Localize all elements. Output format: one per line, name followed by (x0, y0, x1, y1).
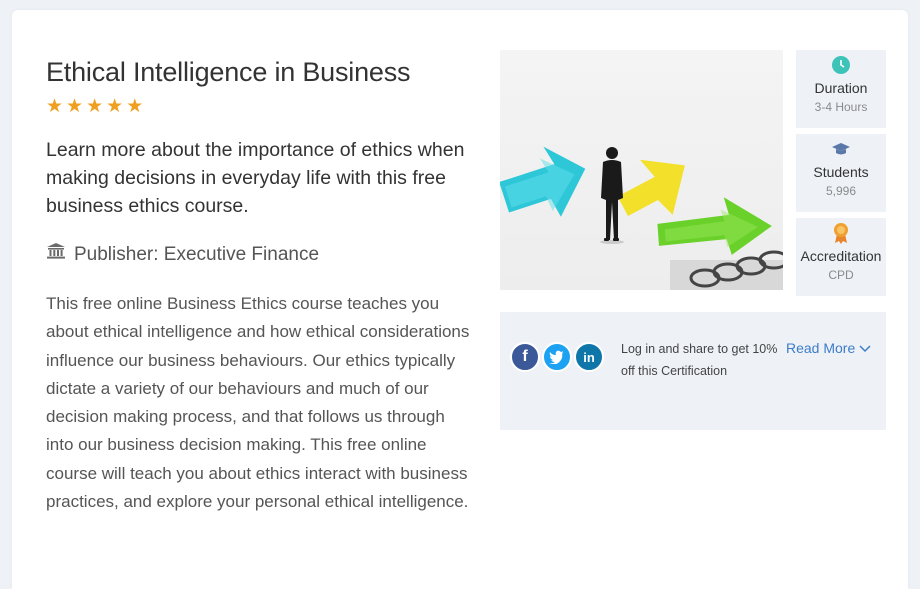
course-stats: Duration 3-4 Hours Students 5,996 Accred… (796, 50, 886, 302)
star-icon: ★ (66, 96, 84, 117)
stat-value: 5,996 (825, 184, 857, 198)
star-icon: ★ (46, 96, 64, 117)
twitter-bird-icon (549, 350, 564, 364)
stat-label: Students (813, 164, 869, 180)
course-card: Ethical Intelligence in Business ★ ★ ★ ★… (12, 10, 908, 589)
chevron-down-icon (859, 340, 871, 356)
stat-duration: Duration 3-4 Hours (796, 50, 886, 128)
star-icon: ★ (126, 96, 144, 117)
linkedin-share-button[interactable]: in (574, 342, 604, 372)
graduation-cap-icon (796, 137, 886, 161)
award-badge-icon (796, 221, 886, 245)
stat-value: 3-4 Hours (814, 100, 868, 114)
institution-icon (46, 242, 66, 268)
course-image (500, 50, 783, 290)
publisher-name: Publisher: Executive Finance (74, 244, 320, 265)
share-panel: f in Log in and share to get 10% off thi… (500, 312, 886, 430)
course-description: This free online Business Ethics course … (46, 294, 470, 512)
social-share-buttons: f in (510, 342, 604, 372)
publisher-row: Publisher: Executive Finance (46, 242, 476, 268)
stat-label: Accreditation (800, 248, 882, 264)
share-discount-text: Log in and share to get 10% off this Cer… (621, 342, 778, 378)
star-icon: ★ (86, 96, 104, 117)
read-more-label: Read More (786, 340, 856, 356)
read-more-link[interactable]: Read More (786, 337, 871, 359)
stat-students: Students 5,996 (796, 134, 886, 212)
stat-accreditation: Accreditation CPD (796, 218, 886, 296)
stat-label: Duration (814, 80, 868, 96)
course-title: Ethical Intelligence in Business (46, 57, 411, 87)
twitter-share-button[interactable] (542, 342, 572, 372)
stat-value: CPD (828, 268, 854, 282)
course-info: Ethical Intelligence in Business ★ ★ ★ ★… (46, 52, 476, 516)
course-lead: Learn more about the importance of ethic… (46, 139, 465, 217)
facebook-share-button[interactable]: f (510, 342, 540, 372)
star-icon: ★ (106, 96, 124, 117)
rating-stars: ★ ★ ★ ★ ★ (46, 96, 476, 118)
clock-icon (796, 53, 886, 77)
